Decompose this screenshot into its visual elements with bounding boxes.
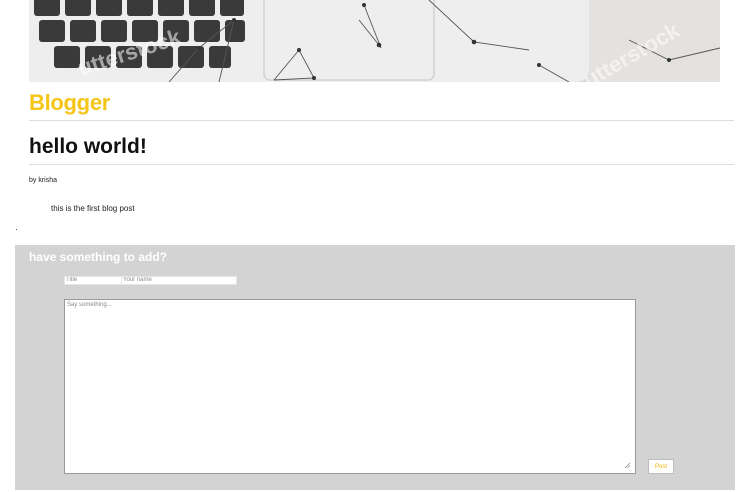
comment-heading: have something to add? (29, 250, 168, 264)
comment-name-input[interactable] (121, 276, 237, 285)
post-title: hello world! (29, 135, 147, 158)
laptop-photo-graphic: utterstock utterstock (29, 0, 720, 82)
comment-message-textarea[interactable] (64, 299, 636, 474)
post-body-text: this is the first blog post (51, 204, 135, 213)
header-banner-image: utterstock utterstock (29, 0, 720, 82)
stray-dot (16, 229, 17, 230)
site-brand-logo[interactable]: Blogger (29, 90, 110, 116)
page: utterstock utterstock Blogger hello worl… (0, 0, 750, 492)
post-byline: by krisha (29, 177, 58, 184)
post-comment-button[interactable]: Post (648, 459, 674, 474)
header-divider (29, 120, 734, 121)
post-title-divider (29, 164, 734, 165)
comment-title-input[interactable] (64, 276, 123, 285)
resize-grip-icon[interactable] (624, 462, 630, 468)
comment-section: have something to add? Post (15, 245, 735, 490)
